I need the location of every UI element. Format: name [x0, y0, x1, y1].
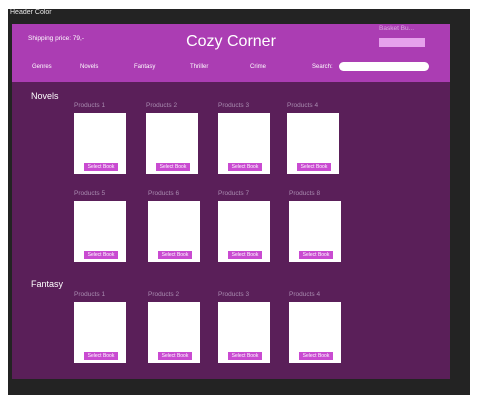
product-novels-5[interactable]: Products 5 Select Book [74, 190, 126, 262]
product-novels-4[interactable]: Products 4 Select Book [287, 102, 339, 174]
select-book-button[interactable]: Select Book [158, 352, 192, 360]
nav-fantasy[interactable]: Fantasy [134, 64, 155, 70]
product-fantasy-3[interactable]: Products 3 Select Book [218, 291, 270, 363]
product-fantasy-4[interactable]: Products 4 Select Book [289, 291, 341, 363]
product-label: Products 3 [218, 291, 250, 298]
product-label: Products 2 [146, 102, 178, 109]
product-card[interactable]: Select Book [287, 113, 339, 174]
product-card[interactable]: Select Book [148, 302, 200, 363]
product-card[interactable]: Select Book [218, 302, 270, 363]
search-input[interactable] [339, 62, 429, 71]
header: Shipping price: 79,- Cozy Corner Basket … [12, 24, 450, 82]
frame-label: Header Color [10, 9, 52, 16]
product-card[interactable]: Select Book [74, 113, 126, 174]
product-card[interactable]: Select Book [74, 302, 126, 363]
product-card[interactable]: Select Book [146, 113, 198, 174]
product-label: Products 4 [289, 291, 321, 298]
select-book-button[interactable]: Select Book [84, 163, 118, 171]
select-book-button[interactable]: Select Book [297, 163, 331, 171]
product-label: Products 4 [287, 102, 319, 109]
product-novels-2[interactable]: Products 2 Select Book [146, 102, 198, 174]
select-book-button[interactable]: Select Book [299, 352, 333, 360]
product-label: Products 1 [74, 291, 106, 298]
select-book-button[interactable]: Select Book [84, 352, 118, 360]
product-card[interactable]: Select Book [74, 201, 126, 262]
product-label: Products 1 [74, 102, 106, 109]
select-book-button[interactable]: Select Book [158, 251, 192, 259]
section-title-fantasy: Fantasy [31, 279, 64, 289]
basket-button[interactable] [379, 38, 425, 47]
product-novels-6[interactable]: Products 6 Select Book [148, 190, 200, 262]
nav-novels[interactable]: Novels [80, 64, 98, 70]
product-novels-1[interactable]: Products 1 Select Book [74, 102, 126, 174]
product-label: Products 6 [148, 190, 180, 197]
product-card[interactable]: Select Book [289, 201, 341, 262]
product-card[interactable]: Select Book [289, 302, 341, 363]
section-title-novels: Novels [31, 91, 59, 101]
product-card[interactable]: Select Book [218, 201, 270, 262]
product-label: Products 5 [74, 190, 106, 197]
search-label: Search: [312, 64, 333, 70]
product-label: Products 8 [289, 190, 321, 197]
nav-thriller[interactable]: Thriller [190, 64, 208, 70]
app-page: Shipping price: 79,- Cozy Corner Basket … [12, 24, 450, 379]
select-book-button[interactable]: Select Book [84, 251, 118, 259]
basket-label: Basket Bu... [379, 25, 415, 32]
product-label: Products 7 [218, 190, 250, 197]
select-book-button[interactable]: Select Book [228, 163, 262, 171]
product-fantasy-1[interactable]: Products 1 Select Book [74, 291, 126, 363]
select-book-button[interactable]: Select Book [228, 251, 262, 259]
nav-crime[interactable]: Crime [250, 64, 266, 70]
product-label: Products 2 [148, 291, 180, 298]
product-card[interactable]: Select Book [218, 113, 270, 174]
select-book-button[interactable]: Select Book [156, 163, 190, 171]
product-novels-8[interactable]: Products 8 Select Book [289, 190, 341, 262]
select-book-button[interactable]: Select Book [299, 251, 333, 259]
product-fantasy-2[interactable]: Products 2 Select Book [148, 291, 200, 363]
product-label: Products 3 [218, 102, 250, 109]
product-card[interactable]: Select Book [148, 201, 200, 262]
nav-genres[interactable]: Genres [32, 64, 52, 70]
product-novels-7[interactable]: Products 7 Select Book [218, 190, 270, 262]
select-book-button[interactable]: Select Book [228, 352, 262, 360]
product-novels-3[interactable]: Products 3 Select Book [218, 102, 270, 174]
